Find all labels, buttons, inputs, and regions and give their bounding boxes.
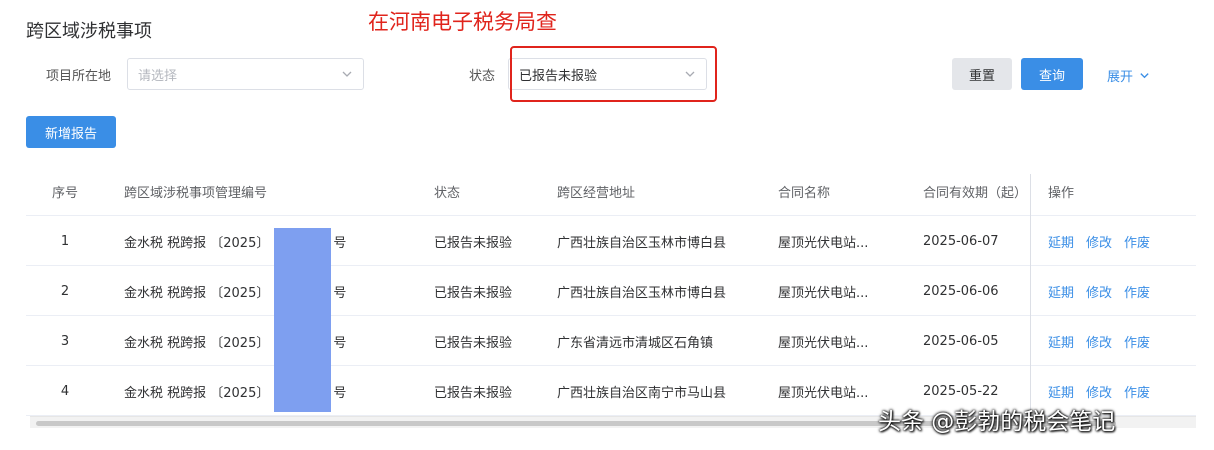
extend-link[interactable]: 延期 xyxy=(1048,282,1074,301)
location-placeholder: 请选择 xyxy=(138,68,178,84)
column-header-index: 序号 xyxy=(51,185,78,201)
number-suffix: 号 xyxy=(333,335,347,351)
number-suffix: 号 xyxy=(333,285,347,301)
number-prefix: 金水税 税跨报 〔2025〕 xyxy=(124,385,270,401)
edit-link[interactable]: 修改 xyxy=(1086,282,1112,301)
row-index: 2 xyxy=(60,283,70,299)
row-index: 3 xyxy=(60,333,70,349)
edit-link[interactable]: 修改 xyxy=(1086,232,1112,251)
row-number: 金水税 税跨报 〔2025〕 号 xyxy=(124,366,414,416)
query-button[interactable]: 查询 xyxy=(1021,58,1083,90)
column-header-number: 跨区域涉税事项管理编号 xyxy=(124,185,268,201)
table-row: 1 金水税 税跨报 〔2025〕 号 已报告未报验 广西壮族自治区玉林市博白县 屋… xyxy=(26,216,1196,266)
number-suffix: 号 xyxy=(333,385,347,401)
void-link[interactable]: 作废 xyxy=(1124,332,1150,351)
void-link[interactable]: 作废 xyxy=(1124,232,1150,251)
void-link[interactable]: 作废 xyxy=(1124,382,1150,401)
row-number: 金水税 税跨报 〔2025〕 号 xyxy=(124,266,414,316)
table-header: 序号 跨区域涉税事项管理编号 状态 跨区经营地址 合同名称 合同有效期（起） 操… xyxy=(26,166,1196,216)
number-prefix: 金水税 税跨报 〔2025〕 xyxy=(124,285,270,301)
row-address: 广西壮族自治区玉林市博白县 xyxy=(557,235,727,251)
row-number: 金水税 税跨报 〔2025〕 号 xyxy=(124,216,414,266)
redaction-mask xyxy=(274,228,331,412)
table-row: 2 金水税 税跨报 〔2025〕 号 已报告未报验 广西壮族自治区玉林市博白县 屋… xyxy=(26,266,1196,316)
new-report-button[interactable]: 新增报告 xyxy=(26,116,116,148)
row-date: 2025-06-07 xyxy=(923,233,999,249)
column-header-address: 跨区经营地址 xyxy=(557,185,636,201)
edit-link[interactable]: 修改 xyxy=(1086,332,1112,351)
extend-link[interactable]: 延期 xyxy=(1048,382,1074,401)
watermark: 头条 @彭勃的税会笔记 xyxy=(878,409,1116,435)
data-table: 序号 跨区域涉税事项管理编号 状态 跨区经营地址 合同名称 合同有效期（起） 操… xyxy=(26,166,1196,416)
annotation-text: 在河南电子税务局查 xyxy=(368,10,557,34)
edit-link[interactable]: 修改 xyxy=(1086,382,1112,401)
row-date: 2025-06-05 xyxy=(923,333,999,349)
number-suffix: 号 xyxy=(333,235,347,251)
chevron-down-icon xyxy=(342,71,352,77)
row-status: 已报告未报验 xyxy=(434,335,513,351)
row-ops: 延期 修改 作废 xyxy=(1048,216,1188,266)
location-label: 项目所在地 xyxy=(46,69,112,84)
number-prefix: 金水税 税跨报 〔2025〕 xyxy=(124,235,270,251)
column-header-contract: 合同名称 xyxy=(778,185,831,201)
row-status: 已报告未报验 xyxy=(434,385,513,401)
expand-label: 展开 xyxy=(1107,70,1134,85)
column-header-status: 状态 xyxy=(434,185,461,201)
reset-button[interactable]: 重置 xyxy=(952,58,1012,90)
row-index: 4 xyxy=(60,383,70,399)
column-header-date: 合同有效期（起） xyxy=(923,185,1028,201)
extend-link[interactable]: 延期 xyxy=(1048,332,1074,351)
chevron-down-icon xyxy=(1140,73,1149,79)
status-label: 状态 xyxy=(469,69,496,84)
number-prefix: 金水税 税跨报 〔2025〕 xyxy=(124,335,270,351)
row-status: 已报告未报验 xyxy=(434,285,513,301)
row-index: 1 xyxy=(60,233,70,249)
row-contract: 屋顶光伏电站... xyxy=(778,235,869,251)
row-status: 已报告未报验 xyxy=(434,235,513,251)
annotation-highlight-box xyxy=(510,46,717,102)
row-address: 广西壮族自治区南宁市马山县 xyxy=(557,385,727,401)
fixed-column-divider xyxy=(1030,174,1031,416)
row-date: 2025-06-06 xyxy=(923,283,999,299)
row-ops: 延期 修改 作废 xyxy=(1048,266,1188,316)
void-link[interactable]: 作废 xyxy=(1124,282,1150,301)
table-row: 3 金水税 税跨报 〔2025〕 号 已报告未报验 广东省清远市清城区石角镇 屋顶… xyxy=(26,316,1196,366)
row-address: 广东省清远市清城区石角镇 xyxy=(557,335,714,351)
expand-toggle[interactable]: 展开 xyxy=(1107,66,1150,85)
extend-link[interactable]: 延期 xyxy=(1048,232,1074,251)
location-select[interactable]: 请选择 xyxy=(127,58,364,90)
column-header-ops: 操作 xyxy=(1048,185,1075,201)
row-contract: 屋顶光伏电站... xyxy=(778,285,869,301)
page-title: 跨区域涉税事项 xyxy=(26,21,152,42)
row-contract: 屋顶光伏电站... xyxy=(778,335,869,351)
row-address: 广西壮族自治区玉林市博白县 xyxy=(557,285,727,301)
row-ops: 延期 修改 作废 xyxy=(1048,316,1188,366)
row-number: 金水税 税跨报 〔2025〕 号 xyxy=(124,316,414,366)
